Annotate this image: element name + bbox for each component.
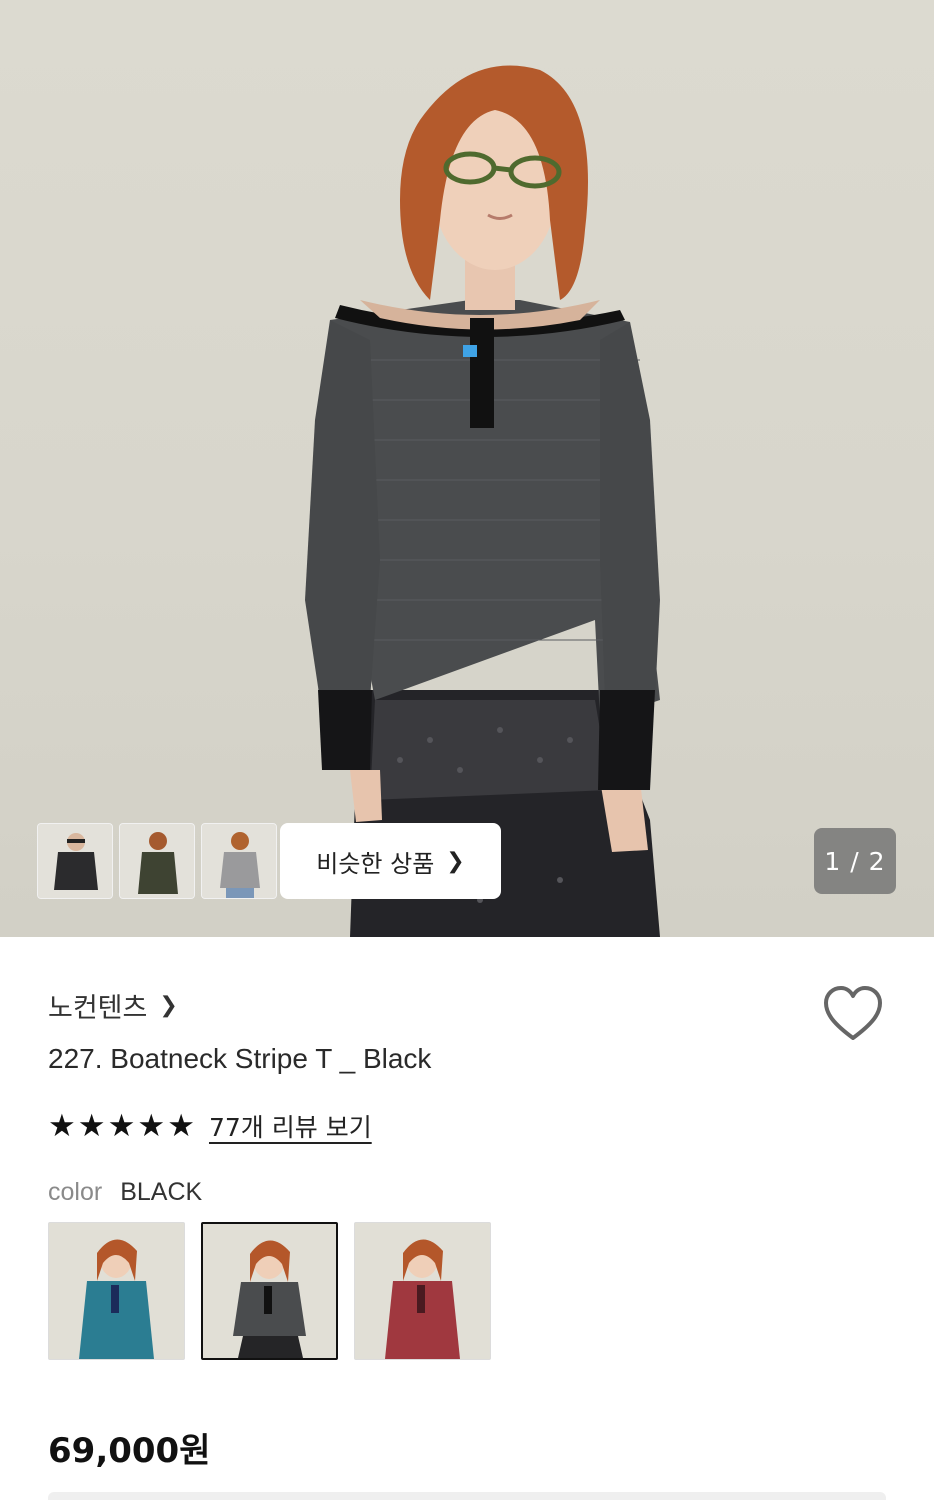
swatch-black[interactable] bbox=[201, 1222, 338, 1360]
color-value: BLACK bbox=[120, 1178, 203, 1206]
star-icon: ★ bbox=[77, 1108, 106, 1144]
product-price: 69,000원 bbox=[48, 1431, 211, 1471]
hero-thumbnail-2[interactable] bbox=[119, 823, 195, 899]
review-link[interactable]: 77개 리뷰 보기 bbox=[209, 1108, 372, 1144]
brand-name: 노컨텐츠 bbox=[48, 993, 148, 1024]
star-icon: ★ bbox=[137, 1108, 166, 1144]
image-counter: 1 / 2 bbox=[814, 828, 896, 894]
chevron-right-icon: ❯ bbox=[159, 993, 178, 1018]
swatch-teal[interactable] bbox=[48, 1222, 185, 1360]
product-hero-image[interactable] bbox=[0, 0, 934, 937]
hero-thumbnail-1[interactable] bbox=[37, 823, 113, 899]
similar-products-label: 비슷한 상품 bbox=[316, 849, 435, 878]
color-row: color BLACK bbox=[48, 1178, 202, 1207]
color-label: color bbox=[48, 1178, 103, 1206]
bottom-sheet-edge bbox=[48, 1492, 886, 1500]
hero-thumbnail-strip bbox=[37, 823, 277, 899]
swatch-red[interactable] bbox=[354, 1222, 491, 1360]
star-rating: ★ ★ ★ ★ ★ bbox=[48, 1108, 195, 1144]
brand-link[interactable]: 노컨텐츠 ❯ bbox=[48, 986, 178, 1025]
chevron-right-icon: ❯ bbox=[446, 848, 465, 874]
color-swatches bbox=[48, 1222, 491, 1360]
star-icon: ★ bbox=[107, 1108, 136, 1144]
star-icon: ★ bbox=[48, 1108, 76, 1144]
heart-icon[interactable] bbox=[822, 984, 884, 1044]
star-icon: ★ bbox=[167, 1108, 195, 1144]
model-photo bbox=[305, 65, 660, 937]
hero-thumbnail-3[interactable] bbox=[201, 823, 277, 899]
similar-products-button[interactable]: 비슷한 상품 ❯ bbox=[280, 823, 501, 899]
product-title: 227. Boatneck Stripe T _ Black bbox=[48, 1043, 432, 1074]
rating-row: ★ ★ ★ ★ ★ 77개 리뷰 보기 bbox=[48, 1108, 372, 1144]
